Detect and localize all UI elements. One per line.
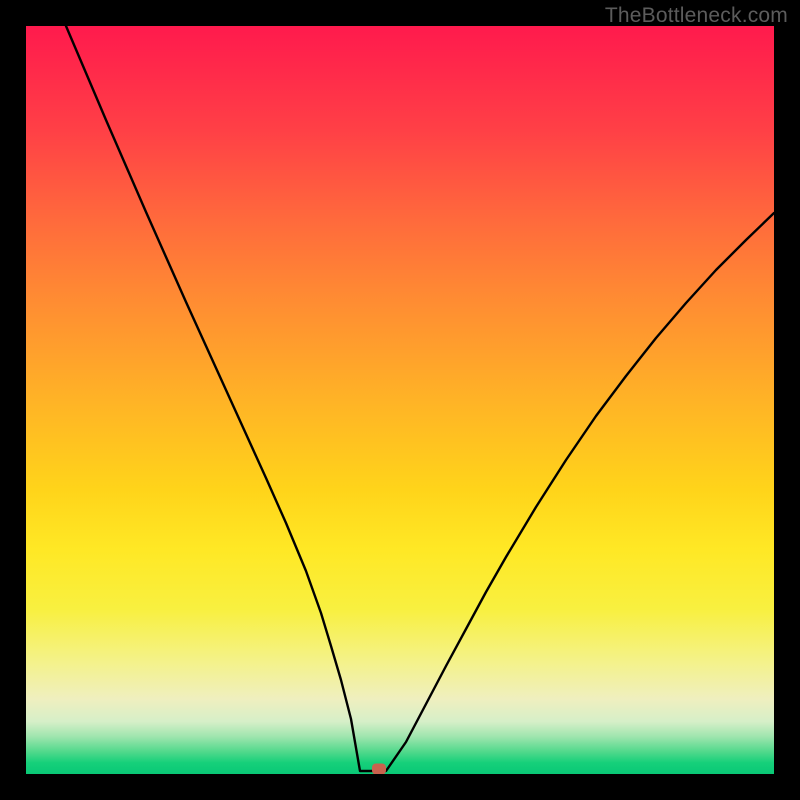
optimal-point-marker [372,764,386,775]
watermark-text: TheBottleneck.com [605,4,788,28]
bottleneck-curve [26,26,774,774]
chart-frame: TheBottleneck.com [0,0,800,800]
plot-area [26,26,774,774]
